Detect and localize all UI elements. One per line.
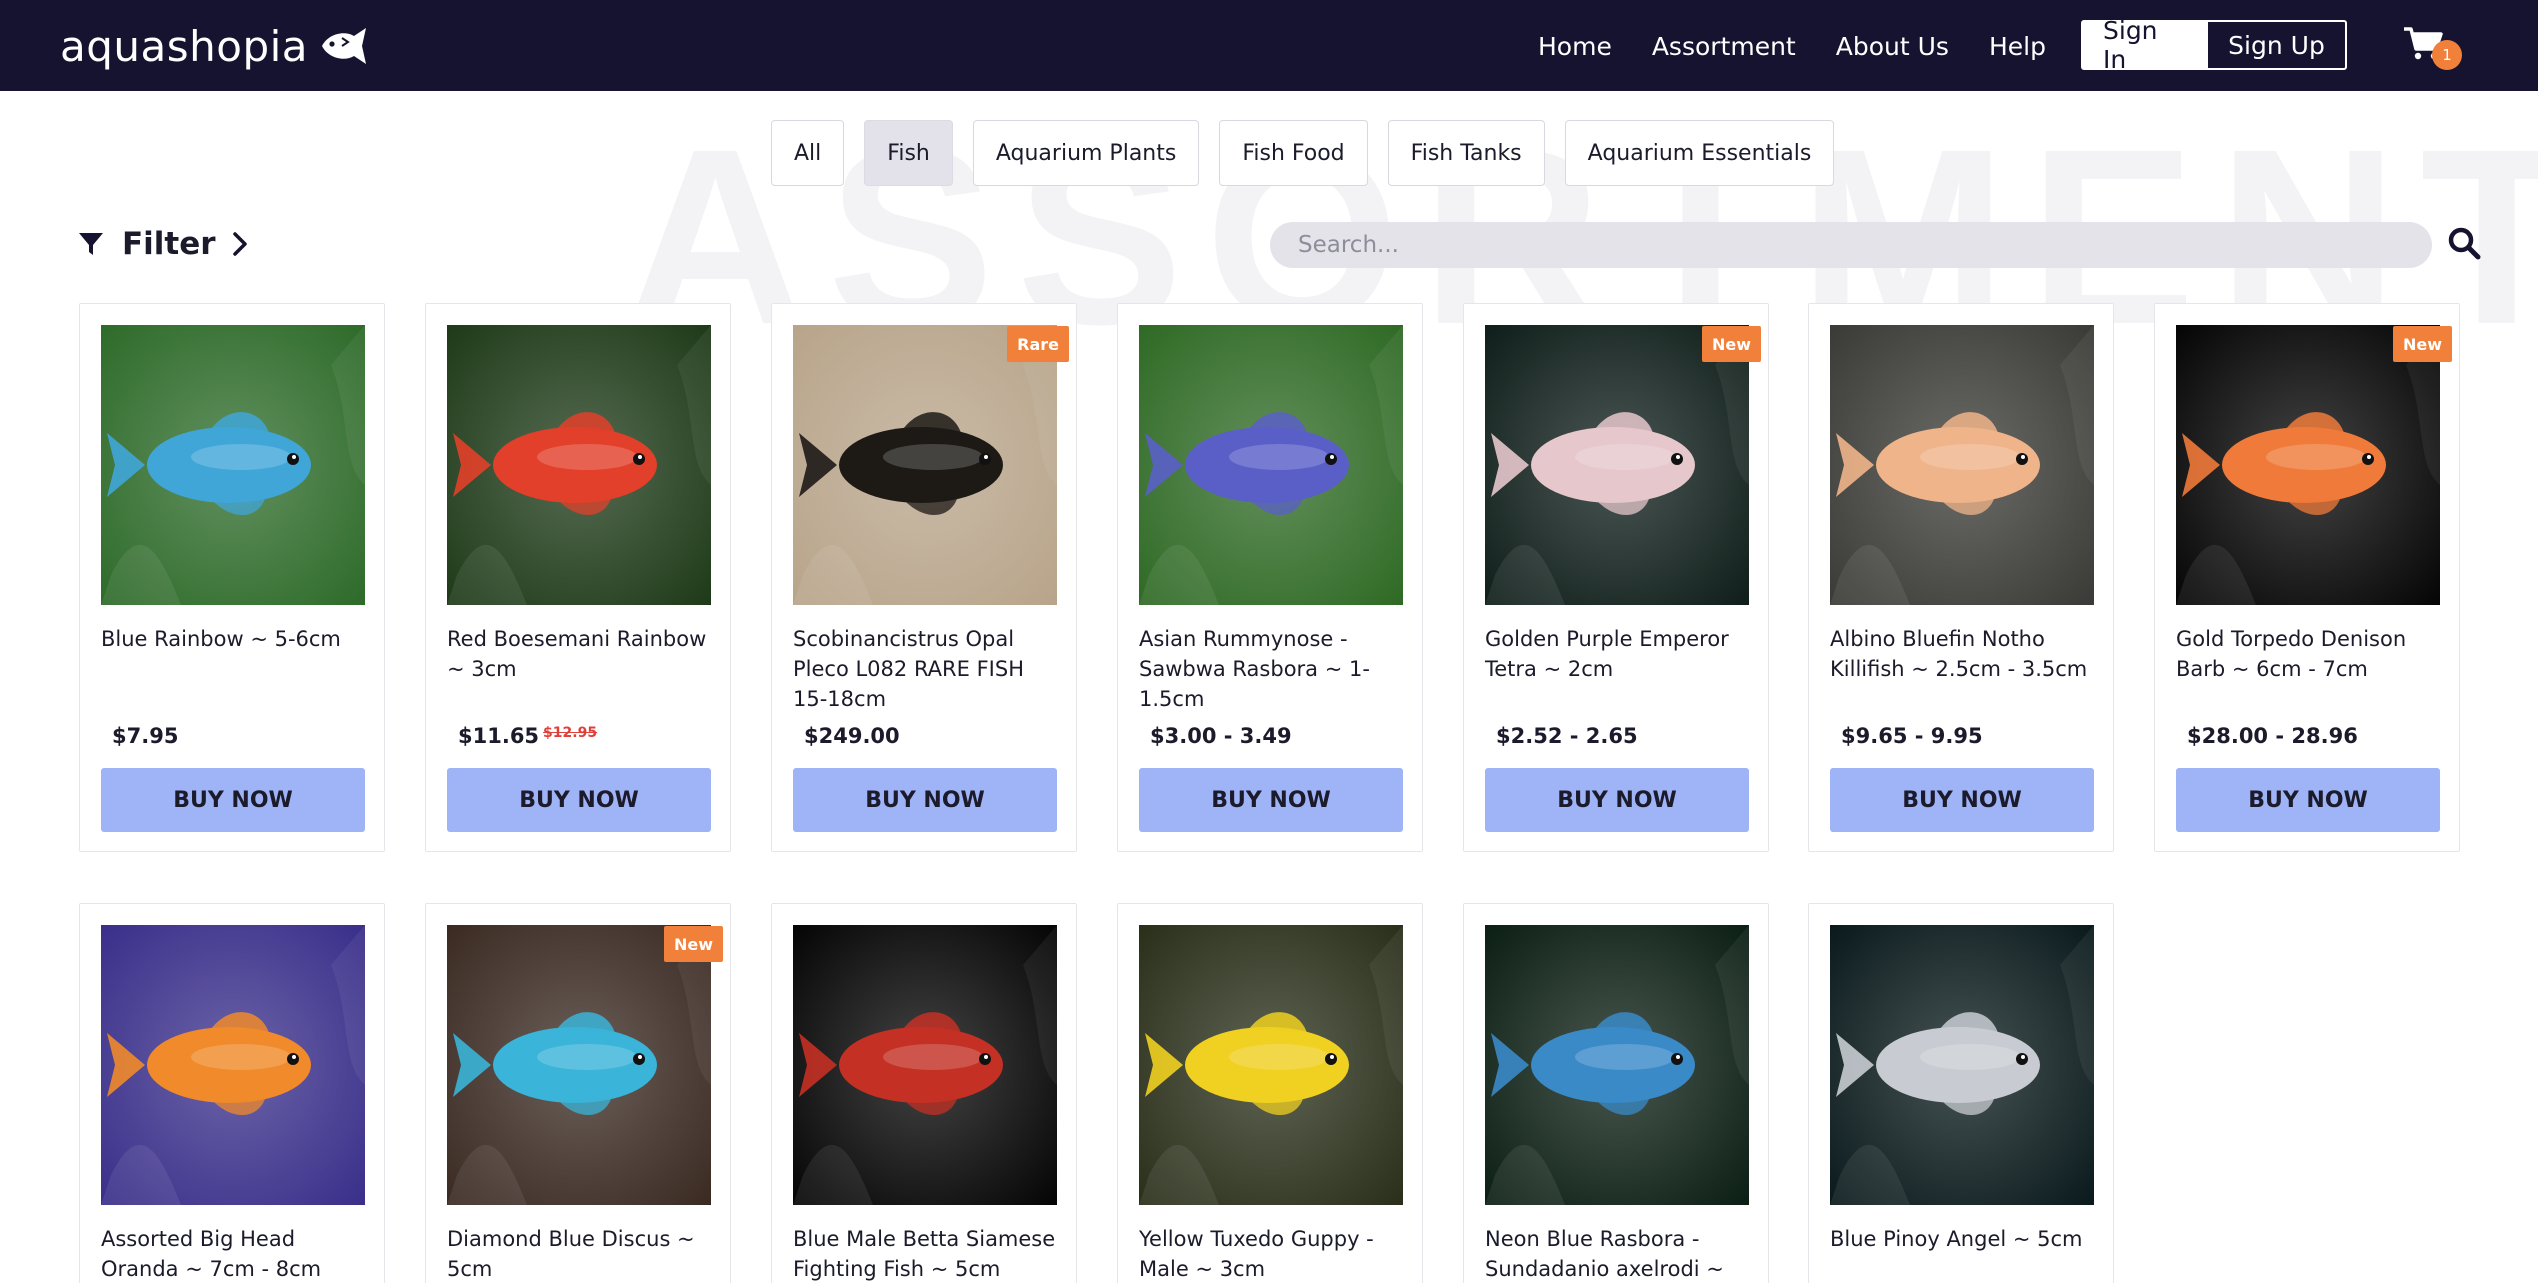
fish-photo	[1830, 925, 2094, 1205]
product-image[interactable]	[1139, 925, 1403, 1205]
product-name[interactable]: Blue Rainbow ~ 5-6cm	[101, 624, 371, 654]
product-grid: Blue Rainbow ~ 5-6cm $7.95 BUY NOW Red Boes…	[0, 0, 2538, 1283]
product-price: $28.00 - 28.96	[2187, 724, 2358, 748]
product-name[interactable]: Yellow Tuxedo Guppy - Male ~ 3cm	[1139, 1224, 1409, 1283]
product-image[interactable]	[101, 325, 365, 605]
product-badge: New	[1701, 326, 1761, 362]
search-button[interactable]	[2447, 226, 2485, 264]
original-price: $12.95	[543, 725, 598, 741]
product-image[interactable]	[793, 325, 1057, 605]
product-card[interactable]: Asian Rummynose - Sawbwa Rasbora ~ 1-1.5…	[1117, 303, 1423, 852]
product-card[interactable]: Blue Male Betta Siamese Fighting Fish ~ …	[771, 903, 1077, 1283]
product-price: $7.95	[112, 724, 178, 748]
product-card[interactable]: Yellow Tuxedo Guppy - Male ~ 3cm	[1117, 903, 1423, 1283]
product-name[interactable]: Diamond Blue Discus ~ 5cm	[447, 1224, 717, 1283]
fish-photo	[793, 925, 1057, 1205]
product-image[interactable]	[101, 925, 365, 1205]
fish-photo	[101, 925, 365, 1205]
product-image[interactable]	[1485, 325, 1749, 605]
buy-now-button[interactable]: BUY NOW	[1139, 768, 1403, 832]
product-name[interactable]: Asian Rummynose - Sawbwa Rasbora ~ 1-1.5…	[1139, 624, 1409, 714]
chevron-right-icon	[232, 232, 247, 256]
fish-photo	[101, 325, 365, 605]
fish-photo	[1139, 325, 1403, 605]
product-name[interactable]: Gold Torpedo Denison Barb ~ 6cm - 7cm	[2176, 624, 2446, 684]
fish-photo	[2176, 325, 2440, 605]
current-price: $249.00	[804, 724, 900, 748]
product-image[interactable]	[1139, 325, 1403, 605]
fish-photo	[1830, 325, 2094, 605]
product-price: $2.52 - 2.65	[1496, 724, 1638, 748]
current-price: $28.00 - 28.96	[2187, 724, 2358, 748]
product-image[interactable]	[793, 925, 1057, 1205]
fish-photo	[793, 325, 1057, 605]
fish-photo	[1485, 325, 1749, 605]
product-badge: New	[2392, 326, 2452, 362]
filter-icon	[79, 233, 103, 255]
product-card[interactable]: Rare Scobinancistrus Opal Pleco L082 RARE…	[771, 303, 1077, 852]
product-name[interactable]: Albino Bluefin Notho Killifish ~ 2.5cm -…	[1830, 624, 2100, 684]
product-image[interactable]	[1485, 925, 1749, 1205]
product-image[interactable]	[2176, 325, 2440, 605]
category-tabs: All Fish Aquarium Plants Fish Food Fish …	[771, 120, 1854, 186]
fish-photo	[1139, 925, 1403, 1205]
product-card[interactable]: Neon Blue Rasbora - Sundadanio axelrodi …	[1463, 903, 1769, 1283]
product-price: $9.65 - 9.95	[1841, 724, 1983, 748]
tab-all[interactable]: All	[771, 120, 845, 186]
product-name[interactable]: Blue Male Betta Siamese Fighting Fish ~ …	[793, 1224, 1063, 1283]
tab-aquarium-essentials[interactable]: Aquarium Essentials	[1564, 120, 1835, 186]
product-card[interactable]: Red Boesemani Rainbow ~ 3cm $11.65 $12.95 B…	[425, 303, 731, 852]
product-card[interactable]: Albino Bluefin Notho Killifish ~ 2.5cm -…	[1808, 303, 2114, 852]
buy-now-button[interactable]: BUY NOW	[1830, 768, 2094, 832]
product-card[interactable]: New Golden Purple Emperor Tetra ~ 2cm $2.5…	[1463, 303, 1769, 852]
product-card[interactable]: Assorted Big Head Oranda ~ 7cm - 8cm	[79, 903, 385, 1283]
product-badge: New	[663, 926, 723, 962]
filter-toggle[interactable]: Filter	[78, 222, 248, 266]
buy-now-button[interactable]: BUY NOW	[1485, 768, 1749, 832]
product-card[interactable]: Blue Rainbow ~ 5-6cm $7.95 BUY NOW	[79, 303, 385, 852]
search-input[interactable]	[1270, 222, 2432, 268]
product-card[interactable]: New Diamond Blue Discus ~ 5cm	[425, 903, 731, 1283]
product-image[interactable]	[1830, 325, 2094, 605]
current-price: $7.95	[112, 724, 179, 748]
product-name[interactable]: Red Boesemani Rainbow ~ 3cm	[447, 624, 717, 684]
product-name[interactable]: Blue Pinoy Angel ~ 5cm	[1830, 1224, 2100, 1254]
product-badge: Rare	[1007, 326, 1069, 362]
product-name[interactable]: Golden Purple Emperor Tetra ~ 2cm	[1485, 624, 1755, 684]
current-price: $3.00 - 3.49	[1150, 724, 1292, 748]
product-name[interactable]: Assorted Big Head Oranda ~ 7cm - 8cm	[101, 1224, 371, 1283]
product-price: $11.65 $12.95	[458, 724, 597, 748]
product-card[interactable]: Blue Pinoy Angel ~ 5cm	[1808, 903, 2114, 1283]
product-image[interactable]	[1830, 925, 2094, 1205]
tab-aquarium-plants[interactable]: Aquarium Plants	[972, 120, 1200, 186]
buy-now-button[interactable]: BUY NOW	[101, 768, 365, 832]
fish-photo	[1485, 925, 1749, 1205]
current-price: $2.52 - 2.65	[1496, 724, 1638, 748]
tab-fish-food[interactable]: Fish Food	[1219, 120, 1368, 186]
current-price: $11.65	[458, 724, 540, 748]
current-price: $9.65 - 9.95	[1841, 724, 1983, 748]
product-price: $249.00	[804, 724, 900, 748]
buy-now-button[interactable]: BUY NOW	[793, 768, 1057, 832]
product-price: $3.00 - 3.49	[1150, 724, 1292, 748]
buy-now-button[interactable]: BUY NOW	[447, 768, 711, 832]
tab-fish-tanks[interactable]: Fish Tanks	[1387, 120, 1545, 186]
product-name[interactable]: Scobinancistrus Opal Pleco L082 RARE FIS…	[793, 624, 1063, 714]
fish-photo	[447, 325, 711, 605]
product-card[interactable]: New Gold Torpedo Denison Barb ~ 6cm - 7cm…	[2154, 303, 2460, 852]
product-image[interactable]	[447, 925, 711, 1205]
search-icon	[2448, 227, 2481, 260]
product-name[interactable]: Neon Blue Rasbora - Sundadanio axelrodi …	[1485, 1224, 1755, 1283]
filter-label: Filter	[122, 226, 216, 262]
tab-fish[interactable]: Fish	[864, 120, 953, 186]
fish-photo	[447, 925, 711, 1205]
buy-now-button[interactable]: BUY NOW	[2176, 768, 2440, 832]
product-image[interactable]	[447, 325, 711, 605]
